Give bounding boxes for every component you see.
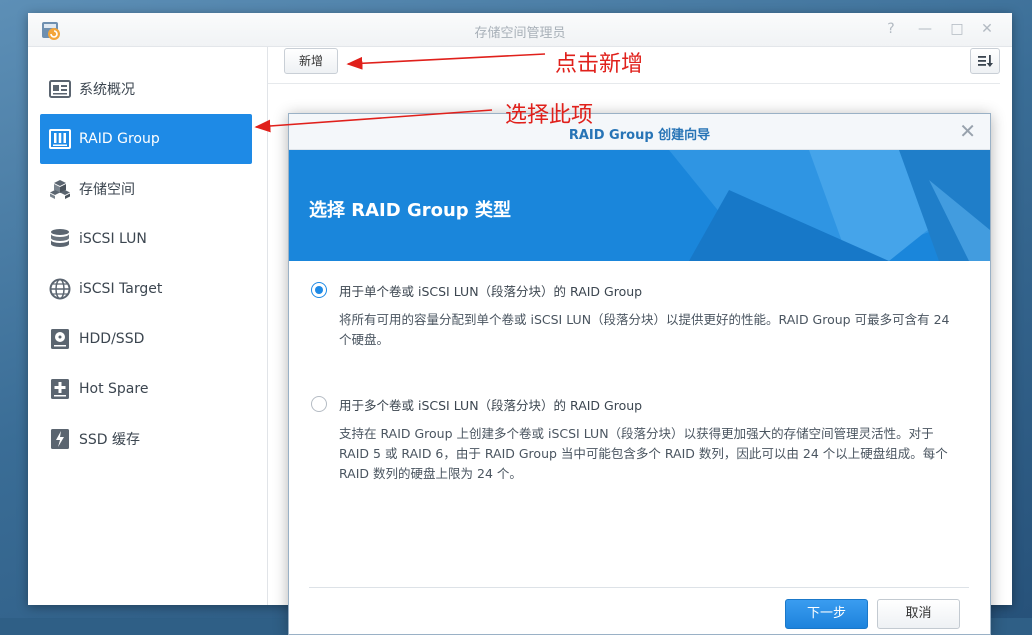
- window-titlebar[interactable]: 存储空间管理员 ? — □ ✕: [28, 13, 1012, 47]
- sidebar-item-iscsi-target[interactable]: iSCSI Target: [40, 264, 252, 314]
- next-button[interactable]: 下一步: [785, 599, 868, 629]
- sort-button[interactable]: [970, 48, 1000, 74]
- sidebar-item-label: HDD/SSD: [79, 331, 145, 347]
- overview-icon: [49, 78, 71, 100]
- dialog-title: RAID Group 创建向导: [568, 128, 711, 143]
- wizard-step-title: 选择 RAID Group 类型: [309, 200, 511, 221]
- sidebar-item-label: RAID Group: [79, 131, 160, 147]
- sidebar-item-hdd-ssd[interactable]: HDD/SSD: [40, 314, 252, 364]
- sidebar-item-label: iSCSI Target: [79, 281, 163, 297]
- hdd-ssd-icon: [49, 328, 71, 350]
- iscsi-target-icon: [49, 278, 71, 300]
- dialog-footer-divider: [309, 587, 969, 588]
- window-title: 存储空间管理员: [474, 26, 566, 41]
- sidebar-item-overview[interactable]: 系统概况: [40, 64, 252, 114]
- sidebar-item-label: iSCSI LUN: [79, 231, 147, 247]
- raid-group-icon: [49, 128, 71, 150]
- ssd-cache-icon: [49, 428, 71, 450]
- help-icon[interactable]: ?: [882, 20, 900, 38]
- sidebar-item-ssd-cache[interactable]: SSD 缓存: [40, 414, 252, 464]
- raid-group-wizard-dialog: RAID Group 创建向导 ✕ 选择 RAID Group 类型 用于单个卷…: [288, 113, 991, 635]
- multi-volume-radio[interactable]: [311, 396, 327, 412]
- storage-space-icon: [49, 178, 71, 200]
- maximize-icon[interactable]: □: [948, 20, 966, 38]
- single-volume-description: 将所有可用的容量分配到单个卷或 iSCSI LUN（段落分块）以提供更好的性能。…: [339, 312, 950, 347]
- sidebar-item-label: 存储空间: [79, 182, 135, 198]
- sidebar-item-iscsi-lun[interactable]: iSCSI LUN: [40, 214, 252, 264]
- close-icon[interactable]: ✕: [978, 20, 996, 38]
- create-button[interactable]: 新增: [284, 48, 338, 74]
- sidebar-item-storage-space[interactable]: 存储空间: [40, 164, 252, 214]
- sort-icon: [978, 55, 993, 67]
- single-volume-label[interactable]: 用于单个卷或 iSCSI LUN（段落分块）的 RAID Group: [339, 281, 642, 300]
- minimize-icon[interactable]: —: [916, 20, 934, 38]
- sidebar-item-hot-spare[interactable]: Hot Spare: [40, 364, 252, 414]
- single-volume-radio[interactable]: [311, 282, 327, 298]
- sidebar: 系统概况 RAID Group 存储空间 iSCSI LUN iSCSI Tar…: [28, 47, 268, 605]
- multi-volume-label[interactable]: 用于多个卷或 iSCSI LUN（段落分块）的 RAID Group: [339, 395, 642, 414]
- sidebar-item-label: Hot Spare: [79, 381, 149, 397]
- hot-spare-icon: [49, 378, 71, 400]
- annotation-select-this: 选择此项: [505, 103, 594, 128]
- toolbar-divider: [268, 83, 1000, 84]
- sidebar-item-raid-group[interactable]: RAID Group: [40, 114, 252, 164]
- iscsi-lun-icon: [49, 228, 71, 250]
- dialog-close-icon[interactable]: ✕: [959, 121, 976, 141]
- sidebar-item-label: 系统概况: [79, 82, 135, 98]
- sidebar-item-label: SSD 缓存: [79, 432, 141, 448]
- annotation-click-create: 点击新增: [555, 52, 644, 77]
- multi-volume-description: 支持在 RAID Group 上创建多个卷或 iSCSI LUN（段落分块）以获…: [339, 426, 948, 481]
- dialog-titlebar[interactable]: RAID Group 创建向导 ✕: [289, 114, 990, 150]
- cancel-button[interactable]: 取消: [877, 599, 960, 629]
- wizard-banner: 选择 RAID Group 类型: [289, 150, 990, 261]
